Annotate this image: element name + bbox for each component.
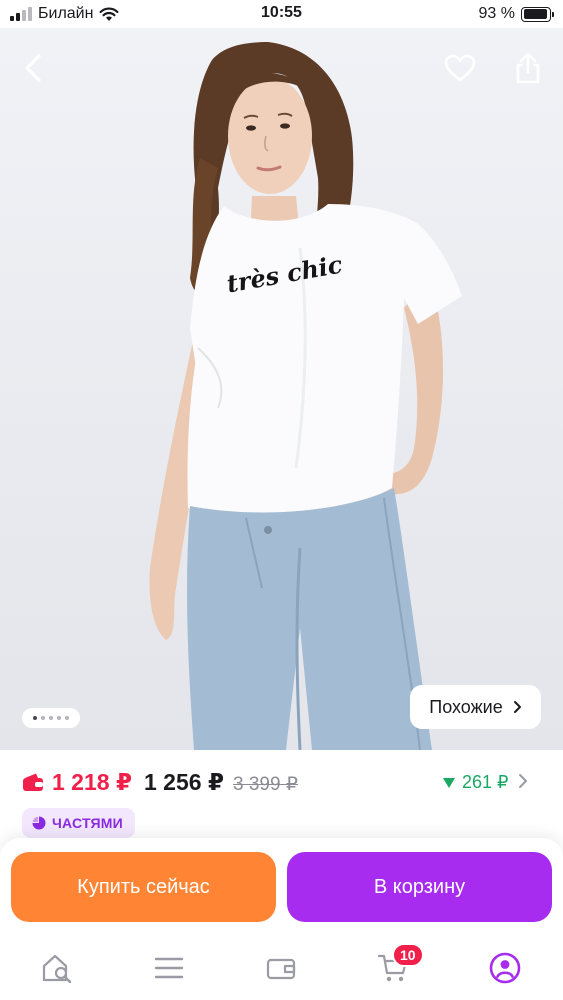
pagination-dot (65, 716, 69, 720)
image-pagination-dots (22, 708, 80, 728)
share-button[interactable] (506, 46, 550, 90)
similar-button[interactable]: Похожие (410, 685, 541, 729)
installments-label: ЧАСТЯМИ (52, 815, 123, 831)
status-right: 93 % (478, 4, 554, 24)
old-price: 3 399 ₽ (233, 774, 298, 795)
tab-wallet[interactable] (259, 948, 303, 988)
installments-badge[interactable]: ЧАСТЯМИ (22, 808, 135, 838)
cart-badge: 10 (392, 943, 424, 967)
similar-label: Похожие (429, 696, 503, 717)
wallet-icon (266, 958, 296, 980)
pie-chart-icon (32, 816, 46, 830)
tab-profile[interactable] (483, 948, 527, 988)
wallet-icon (23, 773, 43, 791)
heart-icon (444, 54, 476, 82)
pagination-dot (41, 716, 45, 720)
buy-now-button[interactable]: Купить сейчас (11, 852, 276, 922)
add-to-cart-button[interactable]: В корзину (287, 852, 552, 922)
price-drop-value: 261 ₽ (462, 772, 509, 792)
tab-bar (0, 938, 563, 1000)
battery-icon (521, 6, 554, 22)
wallet-price: 1 218 ₽ (52, 769, 132, 795)
tab-catalog[interactable] (147, 948, 191, 988)
share-icon (516, 52, 540, 84)
product-photo: très chic (149, 42, 462, 750)
price-row: 1 218 ₽ 1 256 ₽ 3 399 ₽ 261 ₽ (0, 760, 563, 806)
battery-percentage: 93 % (478, 5, 515, 22)
pagination-dot (49, 716, 53, 720)
favorite-button[interactable] (438, 46, 482, 90)
action-bar: Купить сейчас В корзину (0, 838, 563, 938)
status-bar: Билайн 10:55 93 % (0, 0, 563, 28)
chevron-right-icon[interactable] (518, 773, 528, 789)
pagination-dot (33, 716, 37, 720)
product-image-gallery[interactable]: très chic Похожие (0, 28, 563, 750)
back-button[interactable] (12, 46, 56, 90)
catalog-icon (154, 957, 184, 979)
chevron-left-icon (25, 54, 41, 82)
tab-home[interactable] (35, 948, 79, 988)
chevron-right-icon (513, 701, 521, 713)
home-search-icon (42, 954, 72, 983)
battery-fill (523, 9, 547, 19)
regular-price: 1 256 ₽ (144, 769, 224, 795)
profile-icon (489, 952, 521, 984)
triangle-down-icon (443, 777, 455, 788)
pagination-dot (57, 716, 61, 720)
price-drop[interactable]: 261 ₽ (442, 772, 509, 793)
